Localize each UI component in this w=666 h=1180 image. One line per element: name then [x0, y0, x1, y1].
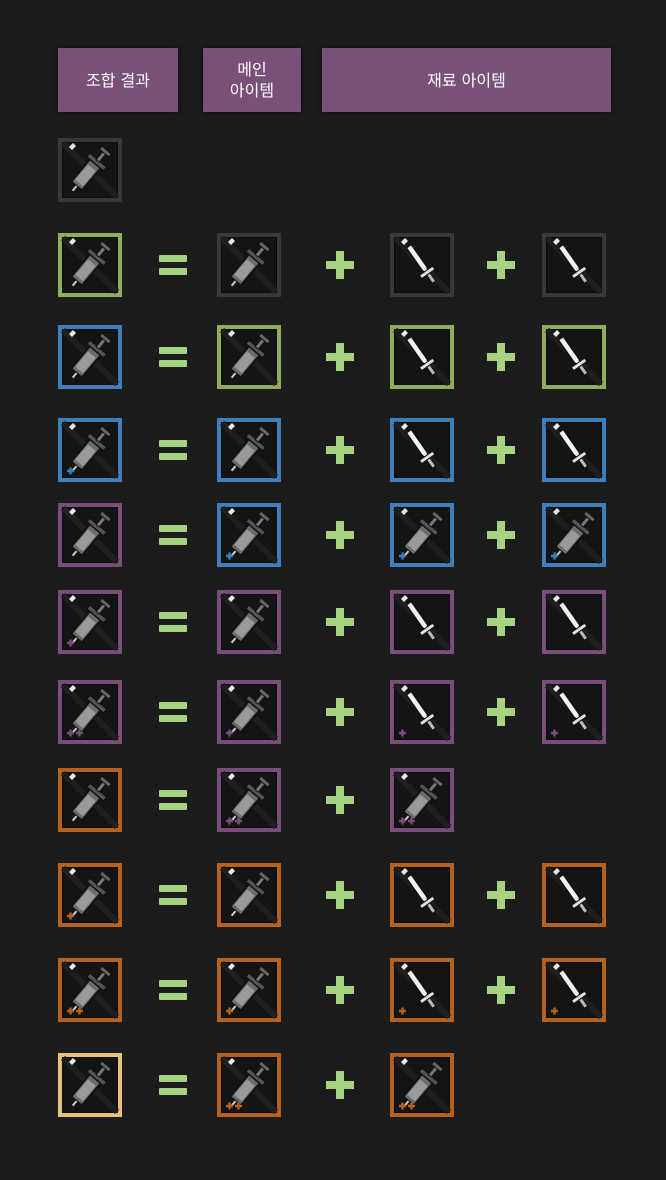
material-item-slot	[541, 417, 607, 483]
equals-icon	[155, 247, 191, 283]
result-item-slot	[57, 862, 123, 928]
main-item-slot	[216, 1052, 282, 1118]
main-item-slot	[216, 767, 282, 833]
equals-icon	[155, 432, 191, 468]
material-item-slot	[541, 232, 607, 298]
plus-icon	[322, 694, 358, 730]
plus-icon	[322, 604, 358, 640]
main-item-slot	[216, 589, 282, 655]
plus-icon	[483, 604, 519, 640]
recipe-row	[0, 765, 666, 835]
plus-icon	[322, 339, 358, 375]
main-item-slot	[216, 324, 282, 390]
main-item-slot	[216, 679, 282, 745]
result-item-slot	[57, 232, 123, 298]
header-main-label: 메인 아이템	[229, 60, 275, 100]
plus-icon	[322, 877, 358, 913]
material-item-slot	[541, 589, 607, 655]
equals-icon	[155, 339, 191, 375]
material-item-slot	[541, 957, 607, 1023]
result-item-slot	[57, 957, 123, 1023]
header-result: 조합 결과	[58, 48, 178, 112]
recipe-row	[0, 677, 666, 747]
material-item-slot	[389, 417, 455, 483]
header-main-item: 메인 아이템	[203, 48, 301, 112]
plus-icon	[483, 877, 519, 913]
plus-icon	[483, 339, 519, 375]
plus-icon	[322, 782, 358, 818]
plus-icon	[483, 247, 519, 283]
recipe-row	[0, 135, 666, 205]
recipe-row	[0, 1050, 666, 1120]
material-item-slot	[389, 957, 455, 1023]
recipe-row	[0, 955, 666, 1025]
result-item-slot	[57, 767, 123, 833]
material-item-slot	[389, 502, 455, 568]
equals-icon	[155, 517, 191, 553]
material-item-slot	[541, 862, 607, 928]
plus-icon	[322, 247, 358, 283]
header-material-items: 재료 아이템	[322, 48, 611, 112]
result-item-slot	[57, 417, 123, 483]
recipe-row	[0, 415, 666, 485]
plus-icon	[322, 1067, 358, 1103]
material-item-slot	[541, 679, 607, 745]
material-item-slot	[389, 679, 455, 745]
recipe-row	[0, 587, 666, 657]
material-item-slot	[389, 862, 455, 928]
material-item-slot	[389, 324, 455, 390]
main-item-slot	[216, 502, 282, 568]
result-item-slot	[57, 324, 123, 390]
material-item-slot	[389, 1052, 455, 1118]
material-item-slot	[389, 232, 455, 298]
equals-icon	[155, 604, 191, 640]
recipe-row	[0, 860, 666, 930]
equals-icon	[155, 877, 191, 913]
equals-icon	[155, 694, 191, 730]
equals-icon	[155, 1067, 191, 1103]
equals-icon	[155, 972, 191, 1008]
plus-icon	[322, 972, 358, 1008]
main-item-slot	[216, 862, 282, 928]
plus-icon	[483, 517, 519, 553]
result-item-slot	[57, 589, 123, 655]
material-item-slot	[541, 502, 607, 568]
material-item-slot	[389, 589, 455, 655]
result-item-slot	[57, 137, 123, 203]
material-item-slot	[541, 324, 607, 390]
recipe-row	[0, 230, 666, 300]
plus-icon	[483, 972, 519, 1008]
main-item-slot	[216, 232, 282, 298]
equals-icon	[155, 782, 191, 818]
plus-icon	[322, 432, 358, 468]
recipe-row	[0, 322, 666, 392]
plus-icon	[483, 432, 519, 468]
recipe-row	[0, 500, 666, 570]
main-item-slot	[216, 957, 282, 1023]
plus-icon	[483, 694, 519, 730]
header-materials-label: 재료 아이템	[427, 70, 506, 90]
result-item-slot	[57, 502, 123, 568]
result-item-slot	[57, 679, 123, 745]
plus-icon	[322, 517, 358, 553]
material-item-slot	[389, 767, 455, 833]
main-item-slot	[216, 417, 282, 483]
result-item-slot	[57, 1052, 123, 1118]
header-result-label: 조합 결과	[86, 70, 150, 90]
